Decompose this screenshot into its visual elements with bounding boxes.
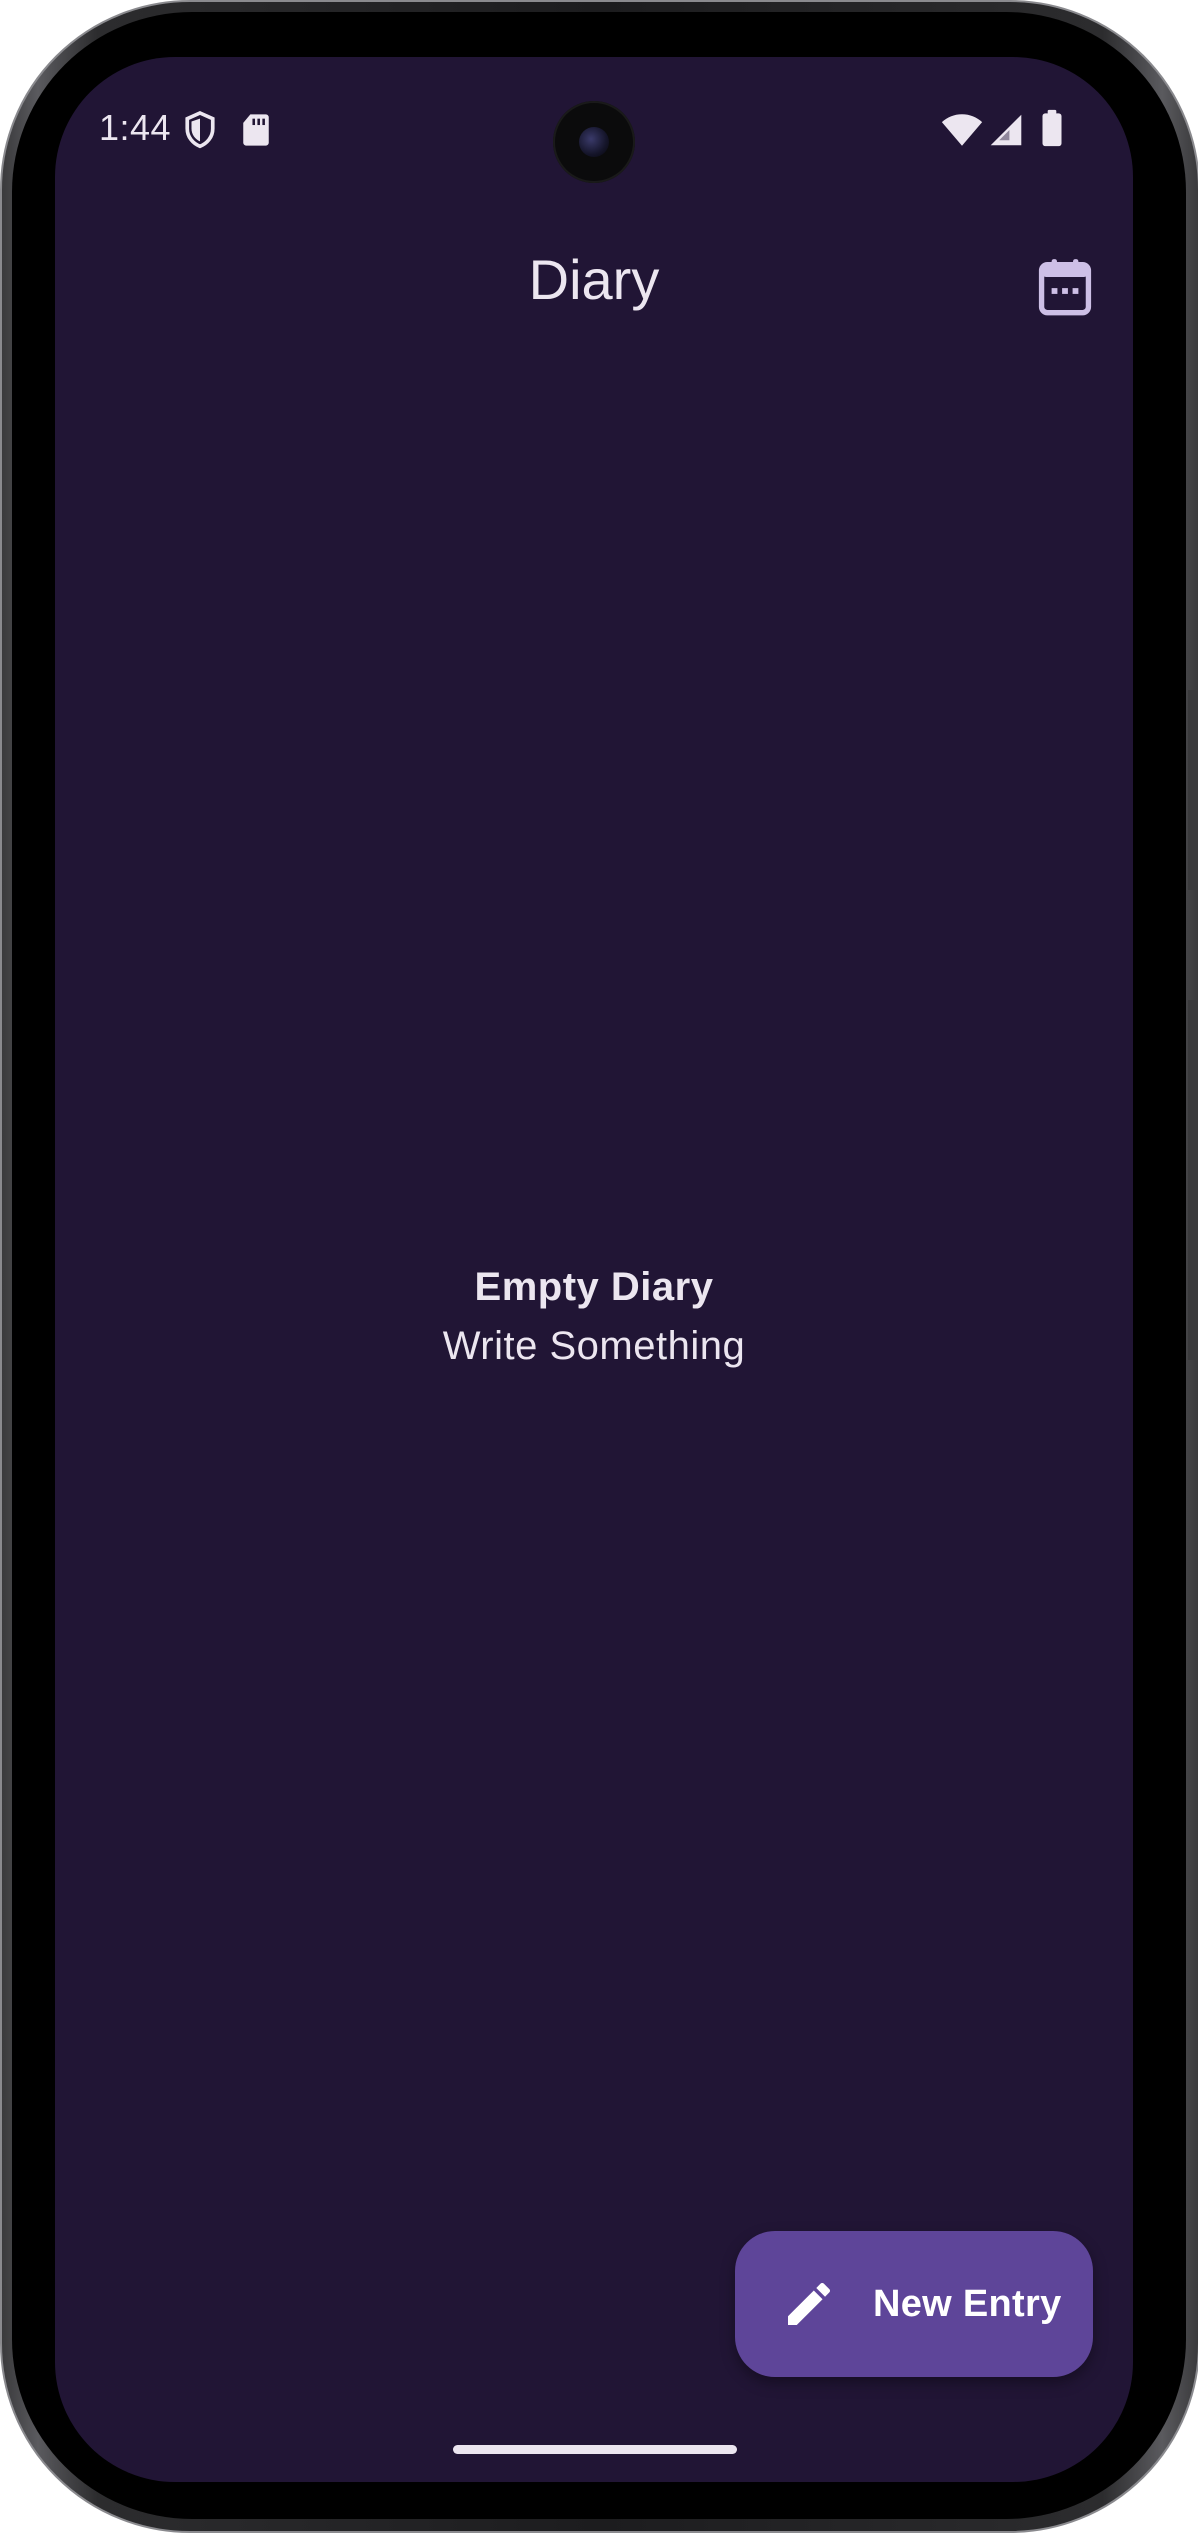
battery-icon [1041,109,1063,152]
sd-card-icon [241,113,271,152]
pencil-icon [781,2276,837,2332]
power-button [1188,1000,1198,1360]
calendar-button[interactable] [1029,253,1101,325]
empty-state: Empty Diary Write Something [55,1265,1133,1369]
status-time: 1:44 [99,107,172,148]
home-indicator[interactable] [453,2445,737,2454]
app-screen: 1:44 Diary Empty Diary Write Something N… [55,57,1133,2482]
page-title: Diary [528,248,660,311]
wifi-icon [941,113,983,152]
shield-icon [183,110,217,154]
phone-device: 1:44 Diary Empty Diary Write Something N… [0,0,1198,2533]
empty-state-subtitle: Write Something [442,1324,746,1368]
new-entry-button[interactable]: New Entry [735,2231,1093,2377]
status-bar: 1:44 [55,57,1133,197]
cellular-signal-icon [989,113,1023,152]
empty-state-title: Empty Diary [474,1265,714,1309]
front-camera [553,101,635,183]
calendar-icon [1038,258,1092,321]
volume-button [1188,690,1198,890]
new-entry-label: New Entry [873,2283,1062,2325]
